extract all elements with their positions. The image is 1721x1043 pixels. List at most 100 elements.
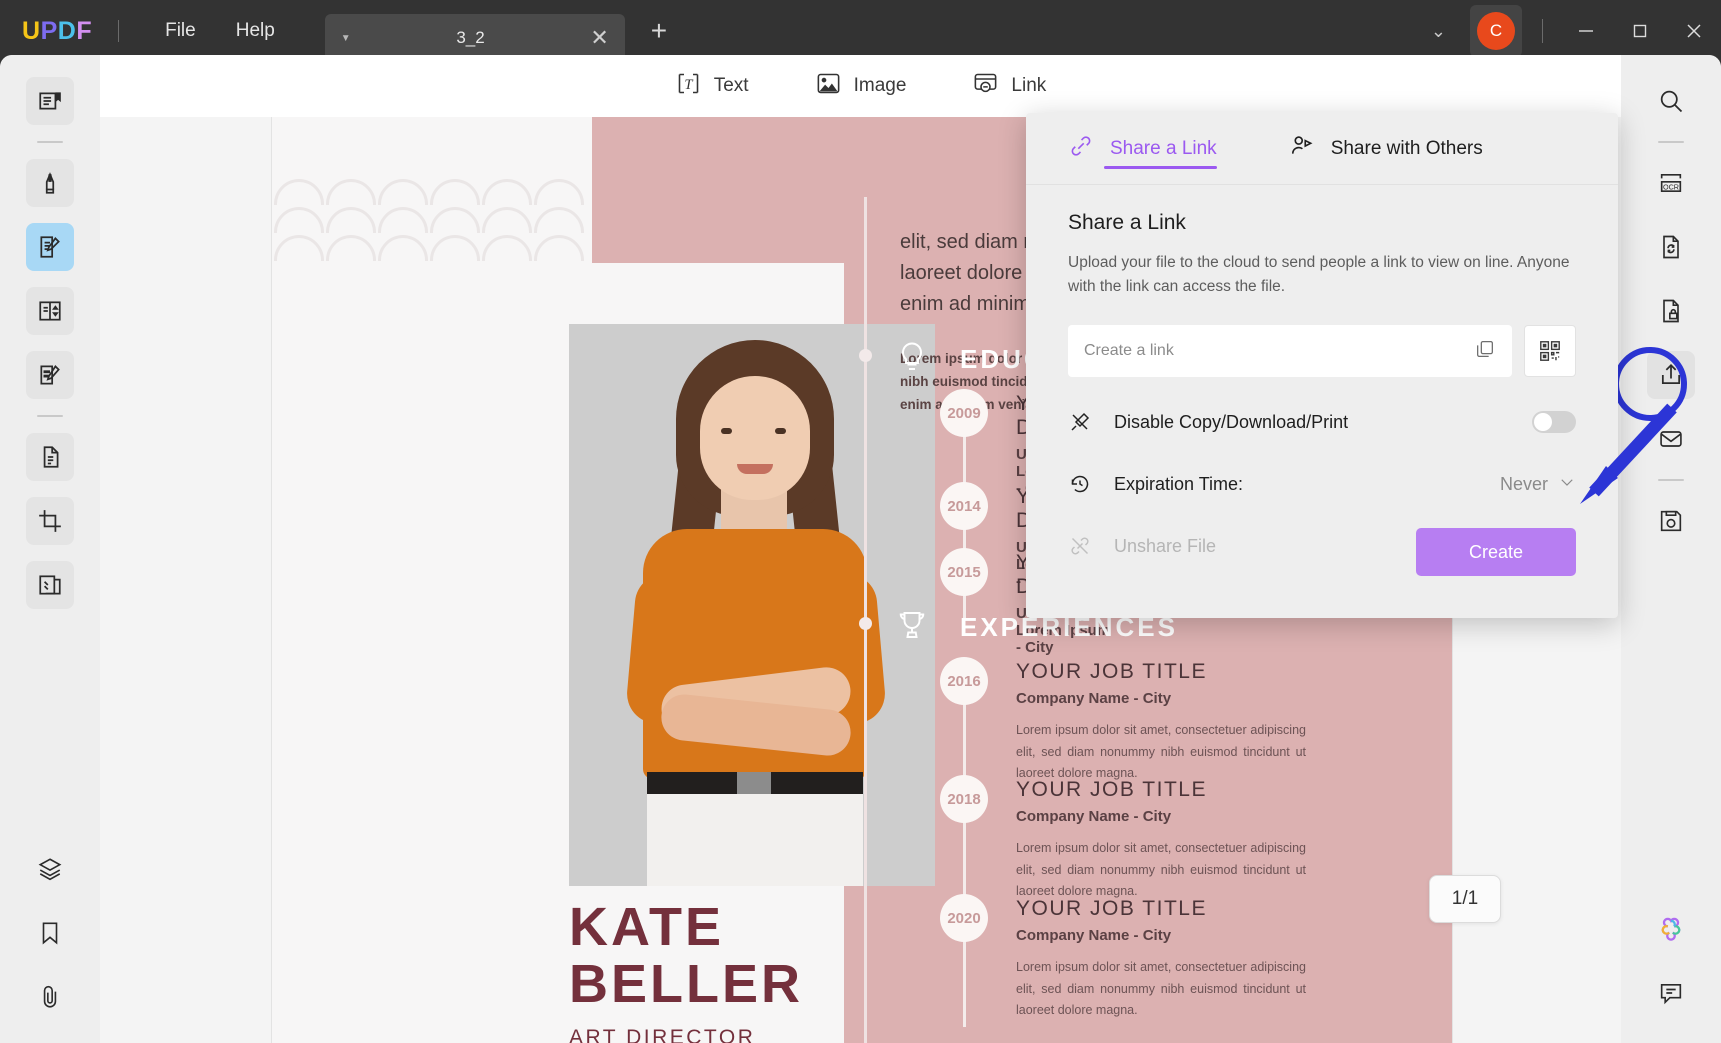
new-tab-button[interactable]: + [651,17,667,45]
dropdown-caret-icon[interactable]: ▼ [341,33,351,44]
toolbar-link-label: Link [1011,75,1047,96]
lightbulb-icon [894,339,934,379]
experience-entry: YOUR JOB TITLE Company Name - City Lorem… [1016,778,1306,903]
avatar: C [1477,12,1515,50]
experience-entry: YOUR JOB TITLE Company Name - City Lorem… [1016,897,1306,1022]
link-input[interactable] [1084,342,1474,361]
account-button[interactable]: C [1470,5,1522,57]
maximize-icon[interactable] [1613,0,1667,62]
tab-share-a-link[interactable]: Share a Link [1068,113,1217,185]
convert-file-icon[interactable] [1647,223,1695,271]
toolbar-image[interactable]: Image [815,70,907,103]
convert-icon[interactable] [26,433,74,481]
compare-icon[interactable] [26,561,74,609]
separator [1658,141,1684,143]
trophy-icon [894,607,934,647]
resume-name-block: KATE BELLER ART DIRECTOR [569,899,989,1043]
tab-share-a-link-label: Share a Link [1110,137,1217,159]
toolbar-text[interactable]: T Text [675,70,749,103]
svg-text:OCR: OCR [1663,182,1679,191]
expiration-time-value: Never [1499,473,1548,494]
window-controls-group: ⌄ C [1411,0,1721,62]
option-unshare-file-label: Unshare File [1114,535,1217,556]
name-first: KATE [569,897,724,957]
chevron-down-icon[interactable]: ⌄ [1411,21,1466,42]
minimize-icon[interactable] [1559,0,1613,62]
title-bar: UPDF File Help ▼ 3_2 ✕ + ⌄ C [0,0,1721,62]
create-button[interactable]: Create [1416,528,1576,576]
timeline-year: 2020 [940,894,988,942]
close-icon[interactable]: ✕ [590,27,608,49]
separator [37,141,63,143]
page-indicator[interactable]: 1/1 [1429,875,1501,923]
svg-text:T: T [684,77,693,93]
ocr-icon[interactable]: OCR [1647,159,1695,207]
option-expiration-time[interactable]: Expiration Time: Never [1068,467,1576,501]
sidebar-item-edit-pdf[interactable] [26,223,74,271]
timeline-year: 2015 [940,548,988,596]
tab-title: 3_2 [456,28,485,47]
option-disable-copy[interactable]: Disable Copy/Download/Print [1068,405,1576,439]
chevron-down-icon[interactable] [1558,473,1576,496]
annotate-icon[interactable] [26,351,74,399]
share-icon[interactable] [1647,351,1695,399]
link-input-row [1068,325,1576,378]
left-sidebar [0,55,100,1043]
experience-entry: YOUR JOB TITLE Company Name - City Lorem… [1016,660,1306,785]
rail-dot [859,617,872,630]
menu-help[interactable]: Help [216,14,295,48]
layers-icon[interactable] [26,845,74,893]
share-panel-tabs: Share a Link Share with Others [1026,113,1618,185]
share-people-icon [1289,133,1315,165]
job-title: YOUR JOB TITLE [1016,897,1207,920]
unlink-icon [1068,534,1102,558]
disable-copy-toggle[interactable] [1532,411,1576,434]
toolbar-text-label: Text [713,75,749,96]
ai-assistant-icon[interactable] [1647,905,1695,953]
tab-share-with-others-label: Share with Others [1330,137,1483,159]
link-input-wrapper[interactable] [1068,325,1512,378]
email-icon[interactable] [1647,415,1695,463]
page-organize-icon[interactable] [26,287,74,335]
active-tab-underline [1104,165,1217,169]
document-toolbar: T Text Image Link [100,55,1621,117]
link-icon [972,70,999,103]
option-disable-copy-label: Disable Copy/Download/Print [1114,411,1349,432]
share-panel: Share a Link Share with Others Share a L… [1026,113,1618,618]
copy-icon[interactable] [1474,338,1496,365]
text-icon: T [675,70,702,103]
menu-file[interactable]: File [145,14,216,48]
job-title: YOUR JOB TITLE [1016,660,1207,683]
job-company: Company Name - City [1016,808,1172,825]
attachment-icon[interactable] [26,973,74,1021]
image-icon [815,70,842,103]
crop-icon[interactable] [26,497,74,545]
tab-share-with-others[interactable]: Share with Others [1289,113,1483,185]
job-company: Company Name - City [1016,927,1172,944]
disable-copy-icon [1068,410,1102,434]
divider [118,20,120,42]
job-description: Lorem ipsum dolor sit amet, consectetuer… [1016,841,1306,898]
reader-icon[interactable] [26,77,74,125]
link-chain-icon [1068,133,1094,165]
portrait-photo [569,324,935,886]
separator [37,415,63,417]
highlighter-icon[interactable] [26,159,74,207]
protect-icon[interactable] [1647,287,1695,335]
toolbar-image-label: Image [853,75,907,96]
search-icon[interactable] [1647,77,1695,125]
save-icon[interactable] [1647,497,1695,545]
close-window-icon[interactable] [1667,0,1721,62]
timeline-year: 2018 [940,775,988,823]
share-panel-heading: Share a Link [1068,211,1186,234]
history-clock-icon [1068,472,1102,496]
timeline-year: 2009 [940,389,988,437]
job-description: Lorem ipsum dolor sit amet, consectetuer… [1016,723,1306,780]
qr-code-icon[interactable] [1524,325,1576,378]
comment-icon[interactable] [1647,969,1695,1017]
share-panel-description: Upload your file to the cloud to send pe… [1068,254,1570,296]
updf-logo: UPDF [22,16,93,45]
toolbar-link[interactable]: Link [972,70,1046,103]
bookmark-icon[interactable] [26,909,74,957]
timeline-year: 2014 [940,482,988,530]
